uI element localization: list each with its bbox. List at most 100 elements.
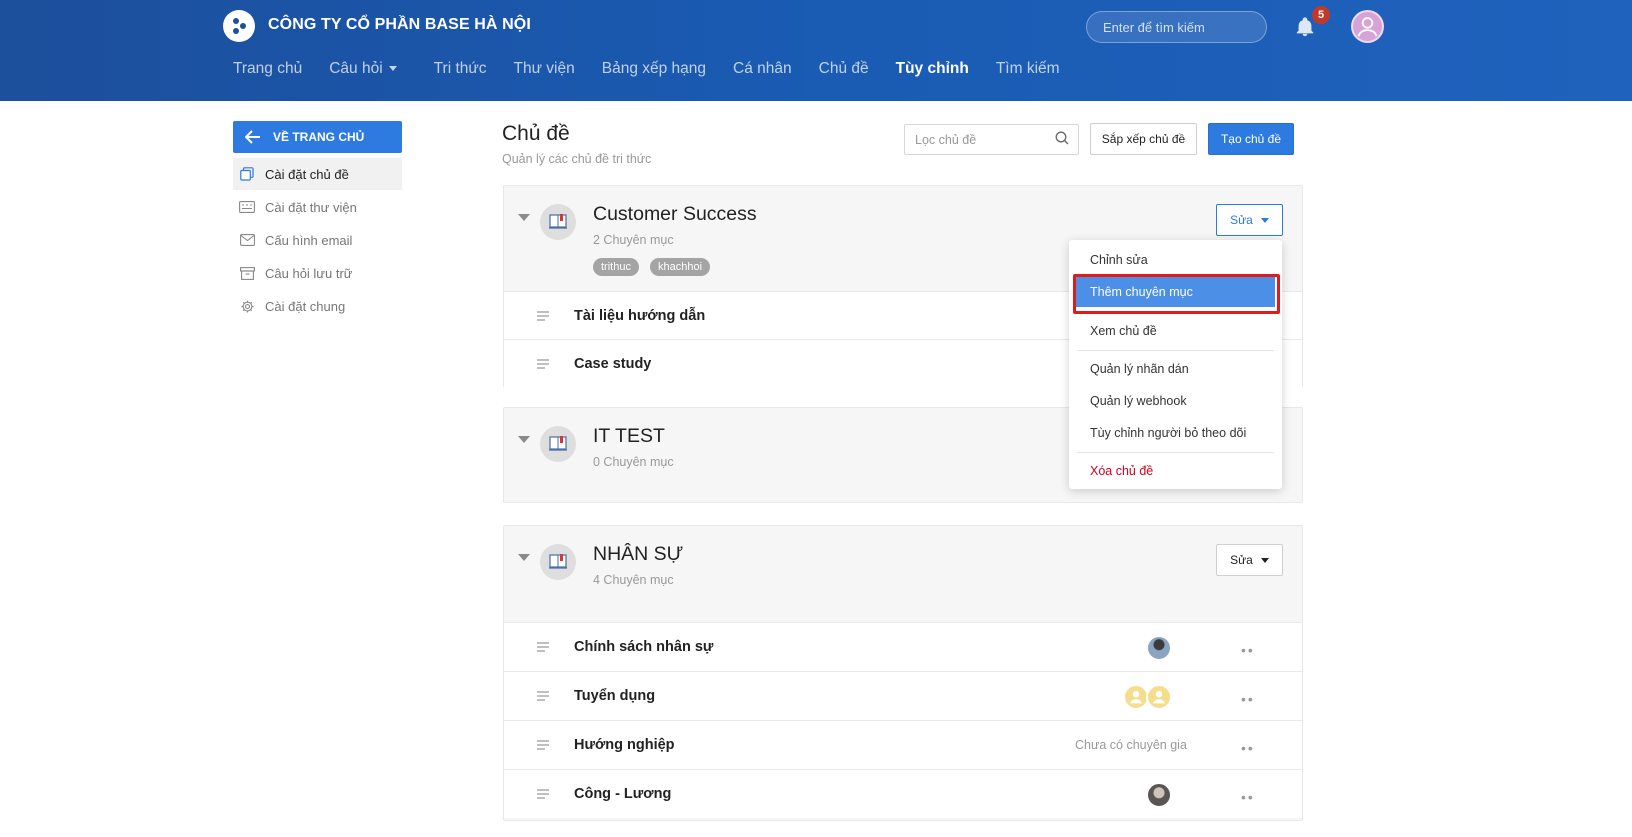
search-icon[interactable] <box>1055 131 1069 145</box>
menu-divider <box>1077 452 1274 453</box>
nav-personal-label: Cá nhân <box>733 60 792 77</box>
drag-handle-icon[interactable] <box>537 691 549 701</box>
topic-title[interactable]: Customer Success <box>593 203 757 226</box>
filter-topics-input[interactable] <box>904 124 1079 155</box>
user-icon <box>1130 691 1142 704</box>
category-name[interactable]: Công - Lương <box>574 786 671 802</box>
user-icon <box>1357 17 1378 37</box>
menu-item-view-topic[interactable]: Xem chủ đề <box>1069 316 1282 346</box>
nav-home-label: Trang chủ <box>233 60 303 77</box>
drag-handle-icon[interactable] <box>537 740 549 750</box>
nav-customize-label: Tùy chỉnh <box>895 60 969 77</box>
topic-category-count: 2 Chuyên mục <box>593 233 674 247</box>
book-icon <box>540 426 576 462</box>
collapse-caret-icon[interactable] <box>518 436 530 443</box>
edit-topic-button[interactable]: Sửa <box>1216 204 1283 236</box>
sort-topics-button[interactable]: Sắp xếp chủ đề <box>1090 123 1197 155</box>
drag-handle-icon[interactable] <box>537 359 549 369</box>
book-icon <box>540 544 576 580</box>
nav-topics-label: Chủ đề <box>818 60 869 77</box>
chevron-down-icon <box>388 66 397 72</box>
menu-divider <box>1077 312 1274 313</box>
back-home-button[interactable]: VỀ TRANG CHỦ <box>233 121 402 153</box>
nav-personal[interactable]: Cá nhân <box>733 60 792 84</box>
sidebar-item-label: Cấu hình email <box>265 232 353 248</box>
main-nav: Trang chủ Câu hỏi Tri thức Thư viện Bảng… <box>233 60 1087 84</box>
company-logo-icon[interactable] <box>223 10 255 42</box>
book-icon <box>540 204 576 240</box>
topic-actions-menu: Chỉnh sửa Thêm chuyên mục Xem chủ đề Quả… <box>1069 240 1282 489</box>
nav-search[interactable]: Tìm kiếm <box>996 60 1060 84</box>
category-row[interactable]: Tuyển dụng •• <box>504 671 1302 720</box>
sidebar-item-library-settings[interactable]: Cài đặt thư viện <box>233 191 402 223</box>
more-options-icon[interactable]: •• <box>1241 789 1255 805</box>
nav-questions[interactable]: Câu hỏi <box>329 60 397 84</box>
user-avatar[interactable] <box>1351 10 1384 43</box>
sidebar-item-label: Cài đặt thư viện <box>265 199 357 215</box>
topic-tag[interactable]: trithuc <box>593 258 639 276</box>
nav-leaderboard-label: Bảng xếp hạng <box>601 60 707 77</box>
nav-knowledge-label: Tri thức <box>433 60 487 77</box>
topic-category-count: 0 Chuyên mục <box>593 455 674 469</box>
drag-handle-icon[interactable] <box>537 311 549 321</box>
category-name[interactable]: Hướng nghiệp <box>574 737 675 753</box>
menu-item-manage-labels[interactable]: Quản lý nhãn dán <box>1069 354 1282 384</box>
page-title: Chủ đề <box>502 122 570 145</box>
menu-item-manage-webhook[interactable]: Quản lý webhook <box>1069 386 1282 416</box>
topic-title[interactable]: NHÂN SỰ <box>593 543 683 566</box>
edit-topic-button[interactable]: Sửa <box>1216 544 1283 576</box>
collapse-caret-icon[interactable] <box>518 554 530 561</box>
create-topic-button[interactable]: Tạo chủ đề <box>1208 123 1294 155</box>
edit-label: Sửa <box>1230 553 1253 567</box>
topic-title[interactable]: IT TEST <box>593 425 665 448</box>
topic-category-count: 4 Chuyên mục <box>593 573 674 587</box>
more-options-icon[interactable]: •• <box>1241 642 1255 658</box>
category-name[interactable]: Tuyển dụng <box>574 688 655 704</box>
no-expert-text: Chưa có chuyên gia <box>1075 738 1187 752</box>
menu-item-customize-unfollowers[interactable]: Tùy chỉnh người bỏ theo dõi <box>1069 418 1282 448</box>
nav-leaderboard[interactable]: Bảng xếp hạng <box>602 60 706 84</box>
nav-questions-label: Câu hỏi <box>329 60 383 77</box>
category-name[interactable]: Case study <box>574 356 651 372</box>
menu-item-edit[interactable]: Chỉnh sửa <box>1069 245 1282 275</box>
category-name[interactable]: Chính sách nhân sự <box>574 639 713 655</box>
sidebar-item-label: Câu hỏi lưu trữ <box>265 265 353 281</box>
expert-avatar[interactable] <box>1146 782 1172 808</box>
notification-badge: 5 <box>1312 6 1330 24</box>
nav-customize[interactable]: Tùy chỉnh <box>896 60 969 84</box>
more-options-icon[interactable]: •• <box>1241 740 1255 756</box>
menu-item-add-category[interactable]: Thêm chuyên mục <box>1076 277 1275 307</box>
topic-card-nhan-su: NHÂN SỰ 4 Chuyên mục Sửa Chính sách nhân… <box>503 525 1303 821</box>
expert-avatar[interactable] <box>1146 635 1172 661</box>
collapse-caret-icon[interactable] <box>518 214 530 221</box>
menu-item-delete-topic[interactable]: Xóa chủ đề <box>1069 456 1282 486</box>
archive-icon <box>239 265 255 281</box>
sidebar-item-label: Cài đặt chủ đề <box>265 166 349 182</box>
category-name[interactable]: Tài liệu hướng dẫn <box>574 308 705 324</box>
sidebar-item-archived-questions[interactable]: Câu hỏi lưu trữ <box>233 257 402 289</box>
category-row[interactable]: Hướng nghiệp Chưa có chuyên gia •• <box>504 720 1302 769</box>
company-name[interactable]: CÔNG TY CỔ PHẦN BASE HÀ NỘI <box>268 16 531 34</box>
nav-home[interactable]: Trang chủ <box>233 60 302 84</box>
mail-icon <box>239 232 255 248</box>
page-subtitle: Quản lý các chủ đề tri thức <box>502 152 652 166</box>
arrow-left-icon <box>245 130 260 144</box>
more-options-icon[interactable]: •• <box>1241 691 1255 707</box>
global-search-input[interactable] <box>1086 11 1267 43</box>
menu-divider <box>1077 350 1274 351</box>
back-home-label: VỀ TRANG CHỦ <box>273 130 365 144</box>
nav-knowledge[interactable]: Tri thức <box>434 60 487 84</box>
edit-label: Sửa <box>1230 213 1253 227</box>
category-row[interactable]: Công - Lương •• <box>504 769 1302 818</box>
nav-search-label: Tìm kiếm <box>995 60 1060 77</box>
drag-handle-icon[interactable] <box>537 789 549 799</box>
drag-handle-icon[interactable] <box>537 642 549 652</box>
sidebar-item-topic-settings[interactable]: Cài đặt chủ đề <box>233 158 402 190</box>
sidebar-item-general-settings[interactable]: Cài đặt chung <box>233 290 402 322</box>
category-row[interactable]: Chính sách nhân sự •• <box>504 622 1302 671</box>
nav-topics[interactable]: Chủ đề <box>819 60 869 84</box>
sidebar-item-email-config[interactable]: Cấu hình email <box>233 224 402 256</box>
expert-avatar[interactable] <box>1146 684 1172 710</box>
nav-library[interactable]: Thư viện <box>514 60 575 84</box>
topic-tag[interactable]: khachhoi <box>650 258 711 276</box>
